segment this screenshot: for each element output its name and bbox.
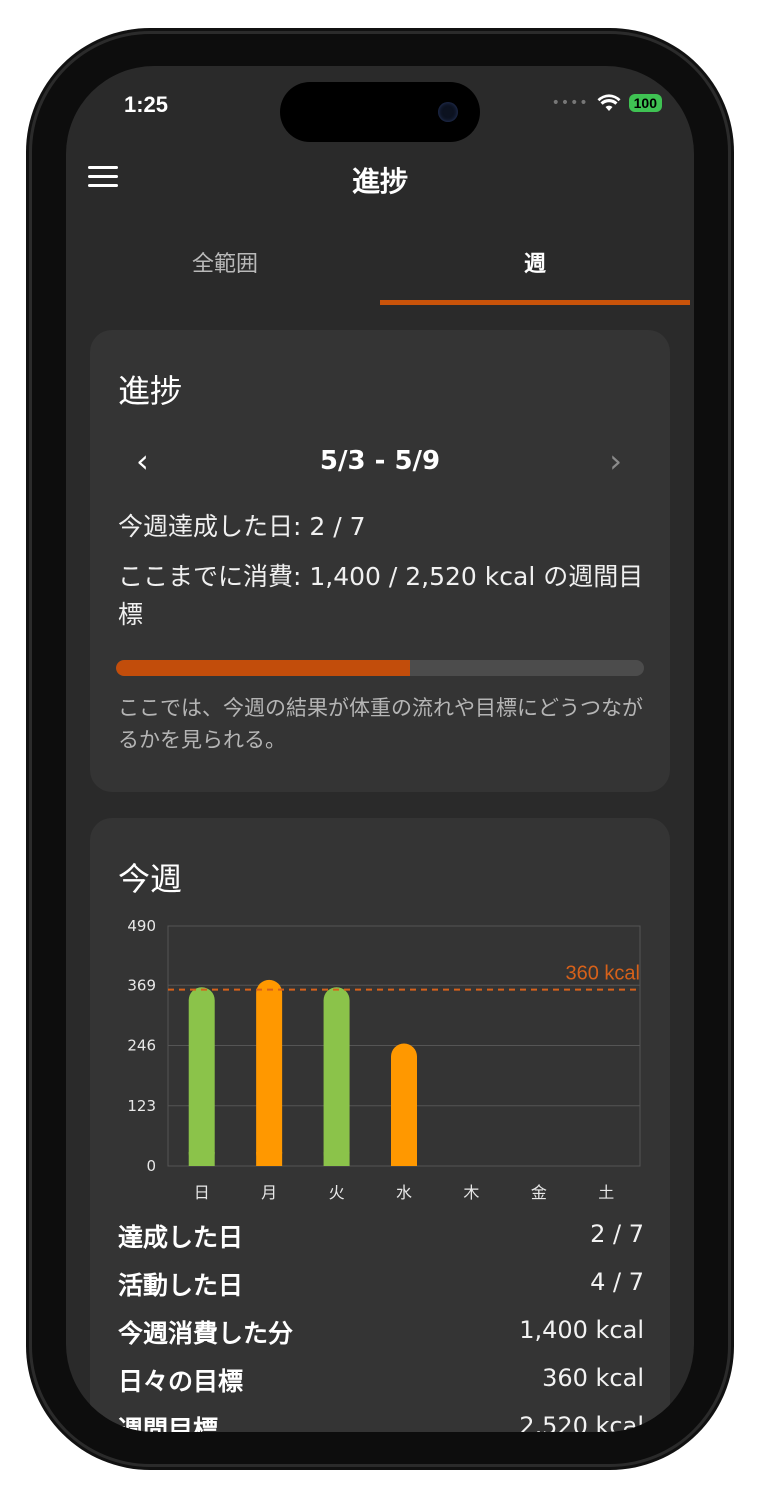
- chart-x-tick-label: 日: [194, 1183, 210, 1202]
- status-icons: •••• 100: [552, 94, 662, 112]
- chart-bar-base: [391, 1152, 417, 1166]
- chart-bar: [256, 979, 283, 1166]
- app-header: 進捗: [66, 154, 694, 206]
- week-card-title: 今週: [118, 860, 183, 898]
- chart-x-tick-label: 金: [531, 1183, 547, 1202]
- chart-y-tick-label: 123: [127, 1097, 156, 1115]
- dynamic-island: [280, 82, 480, 142]
- summary-label: 今週消費した分: [118, 1319, 294, 1348]
- week-range-label: 5/3 - 5/9: [319, 446, 441, 476]
- chart-y-tick-label: 246: [127, 1037, 156, 1055]
- screen: 1:25 •••• 100 進捗 全範囲 週 進捗 ‹ 5/3 - 5/9 › …: [66, 66, 694, 1432]
- summary-value: 4 / 7: [590, 1268, 644, 1296]
- chart-y-tick-label: 369: [127, 976, 156, 994]
- weekly-bar-chart: 0 123 246 369 490 日 月 火 水 木 金 土 360 kcal: [127, 917, 641, 1202]
- chart-target-label: 360 kcal: [566, 963, 641, 985]
- summary-value: 1,400 kcal: [519, 1316, 644, 1344]
- progress-note: ここでは、今週の結果が体重の流れや目標にどうつながるかを見られる。: [118, 696, 643, 752]
- week-summary: 達成した日 2 / 7 活動した日 4 / 7 今週消費した分 1,400 kcal 日々の…: [118, 1218, 644, 1432]
- chart-y-tick-label: 0: [146, 1157, 156, 1175]
- summary-label: 日々の目標: [118, 1367, 244, 1396]
- week-card: 今週 0 123 246 369 490 日 月 火 水 木 金 土 360 kcal 達成した日 2 /…: [90, 818, 670, 1432]
- summary-row: 週間目標 2,520 kcal: [118, 1410, 644, 1432]
- summary-row: 達成した日 2 / 7: [118, 1218, 644, 1266]
- camera-icon: [438, 102, 458, 122]
- week-range-navigator: ‹ 5/3 - 5/9 ›: [90, 440, 670, 480]
- chart-bar-base: [188, 1152, 215, 1166]
- summary-value: 2 / 7: [590, 1220, 644, 1248]
- battery-icon: 100: [628, 94, 662, 112]
- chart-bar-base: [256, 1152, 283, 1166]
- chart-bar: [391, 1043, 417, 1166]
- progress-card: 進捗 ‹ 5/3 - 5/9 › 今週達成した日: 2 / 7 ここまでに消費:…: [90, 330, 670, 792]
- summary-label: 達成した日: [118, 1223, 244, 1252]
- chart-x-tick-label: 月: [261, 1183, 277, 1202]
- summary-label: 週間目標: [118, 1415, 219, 1432]
- page-title: 進捗: [351, 165, 408, 198]
- phone-frame: 1:25 •••• 100 進捗 全範囲 週 進捗 ‹ 5/3 - 5/9 › …: [32, 34, 728, 1464]
- chart-x-tick-label: 水: [396, 1183, 412, 1202]
- tab-week[interactable]: 週: [380, 246, 690, 278]
- summary-value: 2,520 kcal: [519, 1412, 644, 1432]
- summary-label: 活動した日: [118, 1271, 244, 1300]
- weekly-progress-fill: [116, 660, 410, 676]
- signal-icon: ••••: [551, 95, 589, 111]
- chart-x-tick-label: 木: [463, 1183, 479, 1202]
- wifi-icon: [597, 94, 621, 111]
- tab-active-indicator: [380, 300, 690, 305]
- chart-x-tick-label: 土: [598, 1183, 614, 1202]
- weekly-progress-bar: [116, 660, 644, 676]
- chart-y-tick-label: 490: [127, 917, 156, 935]
- consumed-text: ここまでに消費: 1,400 / 2,520 kcal の週間目標: [118, 562, 644, 629]
- tab-all-range[interactable]: 全範囲: [70, 246, 380, 278]
- days-achieved-text: 今週達成した日: 2 / 7: [118, 512, 366, 541]
- summary-row: 活動した日 4 / 7: [118, 1266, 644, 1314]
- chart-bar-base: [323, 1152, 350, 1166]
- summary-row: 今週消費した分 1,400 kcal: [118, 1314, 644, 1362]
- status-time: 1:25: [124, 92, 169, 117]
- summary-value: 360 kcal: [542, 1364, 644, 1392]
- chevron-right-icon[interactable]: ›: [609, 442, 622, 480]
- chart-bar: [188, 987, 215, 1166]
- chart-bar: [323, 987, 350, 1166]
- summary-row: 日々の目標 360 kcal: [118, 1362, 644, 1410]
- tab-bar: 全範囲 週: [66, 236, 694, 306]
- chart-x-tick-label: 火: [329, 1183, 345, 1202]
- progress-card-title: 進捗: [118, 372, 183, 410]
